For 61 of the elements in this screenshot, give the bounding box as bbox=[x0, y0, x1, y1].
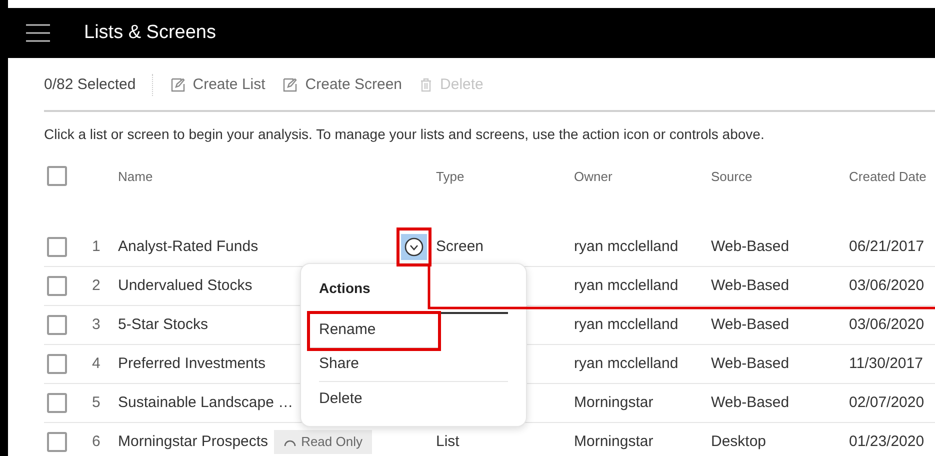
toolbar-button[interactable]: Create Screen bbox=[283, 74, 402, 96]
menu-item[interactable]: Rename bbox=[310, 314, 438, 348]
checkbox[interactable] bbox=[47, 166, 67, 186]
checkbox[interactable] bbox=[47, 393, 67, 413]
source-cell-text: Desktop bbox=[711, 432, 768, 452]
owner-cell-text: Morningstar bbox=[574, 392, 654, 413]
source-cell-text: Web-Based bbox=[711, 314, 790, 335]
list-name[interactable]: Morningstar Prospects bbox=[118, 430, 268, 454]
list-name[interactable]: Preferred Investments bbox=[118, 352, 266, 376]
row-number: 5 bbox=[92, 392, 102, 413]
date-cell-text: 11/30/2017 bbox=[849, 354, 924, 374]
type-cell-text: List bbox=[436, 432, 460, 452]
column-header[interactable]: Name bbox=[118, 166, 436, 186]
column-header[interactable]: Owner bbox=[574, 166, 711, 186]
date-cell-text: 01/23/2020 bbox=[849, 432, 926, 452]
source-cell-text: Web-Based bbox=[711, 354, 790, 374]
menu-item[interactable]: Delete bbox=[319, 382, 508, 416]
checkbox[interactable] bbox=[47, 354, 67, 374]
checkbox[interactable] bbox=[47, 237, 67, 257]
owner-cell-text: ryan mcclelland bbox=[574, 354, 680, 374]
list-name[interactable]: 5-Star Stocks bbox=[118, 314, 208, 336]
read-only-badge: Read Only bbox=[274, 430, 372, 454]
owner-cell-text: Morningstar bbox=[574, 432, 654, 452]
menu-icon[interactable] bbox=[26, 23, 50, 43]
menu-item[interactable]: Share bbox=[319, 348, 508, 382]
source-cell-text: Web-Based bbox=[711, 236, 790, 257]
trash-icon bbox=[420, 78, 432, 92]
date-cell-text: 02/07/2020 bbox=[849, 392, 926, 413]
date-cell-text: 03/06/2020 bbox=[849, 314, 926, 335]
menu-title: Actions bbox=[319, 278, 508, 314]
highlight-frame bbox=[396, 228, 432, 266]
source-cell-text: Web-Based bbox=[711, 276, 790, 296]
edit-icon bbox=[283, 78, 298, 92]
selection-count: 0/82 Selected bbox=[44, 74, 153, 96]
list-name[interactable]: Undervalued Stocks bbox=[118, 274, 252, 298]
column-header[interactable]: Created Date bbox=[849, 166, 935, 186]
row-number: 3 bbox=[92, 314, 102, 335]
row-number: 6 bbox=[92, 432, 102, 452]
row-number: 4 bbox=[92, 354, 102, 374]
checkbox[interactable] bbox=[47, 432, 67, 452]
type-cell-text: Screen bbox=[436, 236, 485, 257]
instruction-text: Click a list or screen to begin your analysis. To manage your lists and screens, use the action icon or controls above. bbox=[44, 125, 766, 144]
row-number: 1 bbox=[92, 236, 102, 257]
toolbar-button[interactable]: Create List bbox=[170, 74, 266, 96]
checkbox[interactable] bbox=[47, 276, 67, 296]
owner-cell-text: ryan mcclelland bbox=[574, 236, 680, 257]
list-name[interactable]: Sustainable Landscape … bbox=[118, 392, 294, 414]
owner-cell-text: ryan mcclelland bbox=[574, 276, 680, 296]
action-button[interactable] bbox=[401, 234, 427, 260]
chevron-circle-icon bbox=[404, 237, 424, 257]
date-cell-text: 03/06/2020 bbox=[849, 276, 926, 296]
list-name[interactable]: Analyst-Rated Funds bbox=[118, 236, 258, 258]
owner-cell-text: ryan mcclelland bbox=[574, 314, 680, 335]
checkbox[interactable] bbox=[47, 315, 67, 335]
edit-icon bbox=[170, 78, 185, 92]
column-header[interactable]: Source bbox=[711, 166, 849, 186]
column-header[interactable]: Type bbox=[436, 166, 574, 186]
source-cell-text: Web-Based bbox=[711, 392, 790, 413]
window-title: Lists & Screens bbox=[84, 20, 216, 45]
row-number: 2 bbox=[92, 276, 102, 296]
date-cell-text: 06/21/2017 bbox=[849, 236, 926, 257]
